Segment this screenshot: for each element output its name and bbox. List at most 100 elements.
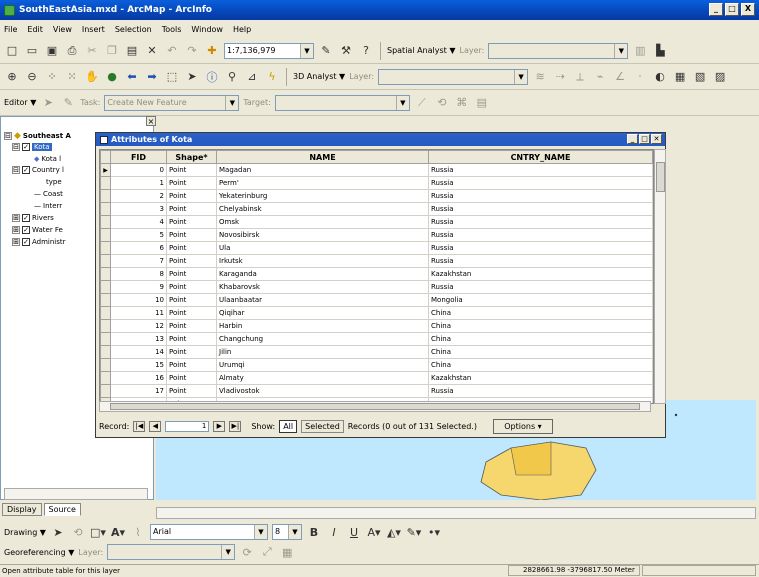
- cell-name[interactable]: Omsk: [216, 215, 429, 229]
- redo-icon[interactable]: ↷: [184, 43, 200, 59]
- table-row[interactable]: ▶ 0 Point Magadan Russia: [100, 163, 653, 177]
- cell-cntry-name[interactable]: Russia: [428, 254, 653, 268]
- cell-fid[interactable]: 10: [110, 293, 167, 307]
- toc-layer-country[interactable]: ⊟ ✓ Country l: [12, 166, 64, 174]
- cell-shape[interactable]: Point: [166, 306, 217, 320]
- close-button[interactable]: X: [741, 3, 755, 16]
- editor-menu[interactable]: Editor ▼: [4, 98, 36, 107]
- cell-fid[interactable]: 5: [110, 228, 167, 242]
- row-selector[interactable]: [100, 345, 111, 359]
- cell-name[interactable]: Irkutsk: [216, 254, 429, 268]
- previous-record-button[interactable]: ◀: [149, 420, 162, 432]
- cell-name[interactable]: Yekaterinburg: [216, 189, 429, 203]
- table-row[interactable]: 15 Point Urumqi China: [100, 358, 653, 372]
- splined-text-icon[interactable]: ⌇: [130, 524, 146, 540]
- table-row[interactable]: 8 Point Karaganda Kazakhstan: [100, 267, 653, 281]
- drawing-menu[interactable]: Drawing ▼: [4, 528, 46, 537]
- cell-shape[interactable]: Point: [166, 293, 217, 307]
- add-control-points-icon[interactable]: ⤢: [259, 544, 275, 560]
- menu-file[interactable]: File: [4, 25, 17, 34]
- layer-checkbox[interactable]: ✓: [22, 143, 30, 151]
- italic-icon[interactable]: I: [326, 524, 342, 540]
- sketch-tool-icon[interactable]: ✎: [60, 95, 76, 111]
- attributes-minimize-button[interactable]: _: [627, 134, 638, 144]
- cell-name[interactable]: Perm': [216, 176, 429, 190]
- attributes-icon[interactable]: ⌘: [454, 95, 470, 111]
- last-record-button[interactable]: ▶|: [229, 420, 242, 432]
- tab-display[interactable]: Display: [2, 503, 42, 516]
- menu-view[interactable]: View: [53, 25, 72, 34]
- cell-fid[interactable]: 3: [110, 202, 167, 216]
- new-document-icon[interactable]: □: [4, 43, 20, 59]
- table-row[interactable]: 14 Point Jilin China: [100, 345, 653, 359]
- row-selector[interactable]: [100, 267, 111, 281]
- table-row[interactable]: 1 Point Perm' Russia: [100, 176, 653, 190]
- maximize-button[interactable]: □: [725, 3, 739, 16]
- table-row[interactable]: 16 Point Almaty Kazakhstan: [100, 371, 653, 385]
- menu-edit[interactable]: Edit: [27, 25, 43, 34]
- table-vertical-scrollbar[interactable]: [654, 149, 666, 404]
- fixed-zoom-in-icon[interactable]: ⁘: [44, 69, 60, 85]
- scroll-thumb[interactable]: [110, 403, 640, 410]
- rectangle-icon[interactable]: □▾: [90, 524, 106, 540]
- interpolate-line-icon[interactable]: ∠: [612, 69, 628, 85]
- row-selector[interactable]: [100, 228, 111, 242]
- cell-fid[interactable]: 0: [110, 163, 167, 177]
- table-row[interactable]: 10 Point Ulaanbaatar Mongolia: [100, 293, 653, 307]
- row-selector[interactable]: [100, 241, 111, 255]
- cell-shape[interactable]: Point: [166, 280, 217, 294]
- editor-toolbar-icon[interactable]: ✎: [318, 43, 334, 59]
- table-row[interactable]: 3 Point Chelyabinsk Russia: [100, 202, 653, 216]
- menu-tools[interactable]: Tools: [162, 25, 182, 34]
- cell-name[interactable]: Almaty: [216, 371, 429, 385]
- measure-icon[interactable]: ⊿: [244, 69, 260, 85]
- underline-icon[interactable]: U: [346, 524, 362, 540]
- table-row[interactable]: 11 Point Qiqihar China: [100, 306, 653, 320]
- menu-help[interactable]: Help: [233, 25, 251, 34]
- arcscene-icon[interactable]: ◐: [652, 69, 668, 85]
- collapse-icon[interactable]: ⊟: [4, 132, 12, 140]
- cell-fid[interactable]: 16: [110, 371, 167, 385]
- table-horizontal-scrollbar[interactable]: [99, 401, 651, 412]
- cell-cntry-name[interactable]: Russia: [428, 280, 653, 294]
- column-header-shape[interactable]: Shape*: [166, 150, 217, 164]
- show-all-button[interactable]: All: [279, 419, 298, 433]
- cell-name[interactable]: Ulaanbaatar: [216, 293, 429, 307]
- cell-shape[interactable]: Point: [166, 267, 217, 281]
- layer-checkbox[interactable]: ✓: [22, 214, 30, 222]
- font-combo[interactable]: Arial: [149, 524, 268, 540]
- cell-shape[interactable]: Point: [166, 254, 217, 268]
- contour-icon[interactable]: ≋: [532, 69, 548, 85]
- show-selected-button[interactable]: Selected: [301, 419, 344, 433]
- cell-shape[interactable]: Point: [166, 215, 217, 229]
- cell-cntry-name[interactable]: Russia: [428, 189, 653, 203]
- identify-icon[interactable]: ⓘ: [204, 69, 220, 85]
- map-horizontal-scrollbar[interactable]: [156, 507, 756, 519]
- marker-color-icon[interactable]: •▾: [426, 524, 442, 540]
- minimize-button[interactable]: _: [709, 3, 723, 16]
- next-record-button[interactable]: ▶: [213, 420, 226, 432]
- sketch-properties-icon[interactable]: ▤: [474, 95, 490, 111]
- cell-name[interactable]: Jilin: [216, 345, 429, 359]
- row-selector[interactable]: [100, 332, 111, 346]
- whats-this-icon[interactable]: ?: [358, 43, 374, 59]
- task-combo[interactable]: Create New Feature: [104, 94, 240, 111]
- data-view-icon[interactable]: ▧: [692, 69, 708, 85]
- spatial-layer-combo[interactable]: [488, 42, 629, 59]
- row-selector[interactable]: [100, 176, 111, 190]
- row-selector[interactable]: [100, 215, 111, 229]
- expand-icon[interactable]: ⊞: [12, 226, 20, 234]
- cell-fid[interactable]: 17: [110, 384, 167, 398]
- table-row[interactable]: 9 Point Khabarovsk Russia: [100, 280, 653, 294]
- histogram-icon[interactable]: ▥: [632, 43, 648, 59]
- cell-shape[interactable]: Point: [166, 189, 217, 203]
- select-elements-icon[interactable]: ➤: [184, 69, 200, 85]
- cell-cntry-name[interactable]: Russia: [428, 202, 653, 216]
- layout-view-icon[interactable]: ▦: [672, 69, 688, 85]
- cell-name[interactable]: Karaganda: [216, 267, 429, 281]
- table-row[interactable]: 6 Point Ula Russia: [100, 241, 653, 255]
- cell-cntry-name[interactable]: China: [428, 306, 653, 320]
- line-color-icon[interactable]: ✎▾: [406, 524, 422, 540]
- toc-dataframe[interactable]: ⊟ ◆ Southeast A: [4, 131, 71, 141]
- line-of-sight-icon[interactable]: ⟂: [572, 69, 588, 85]
